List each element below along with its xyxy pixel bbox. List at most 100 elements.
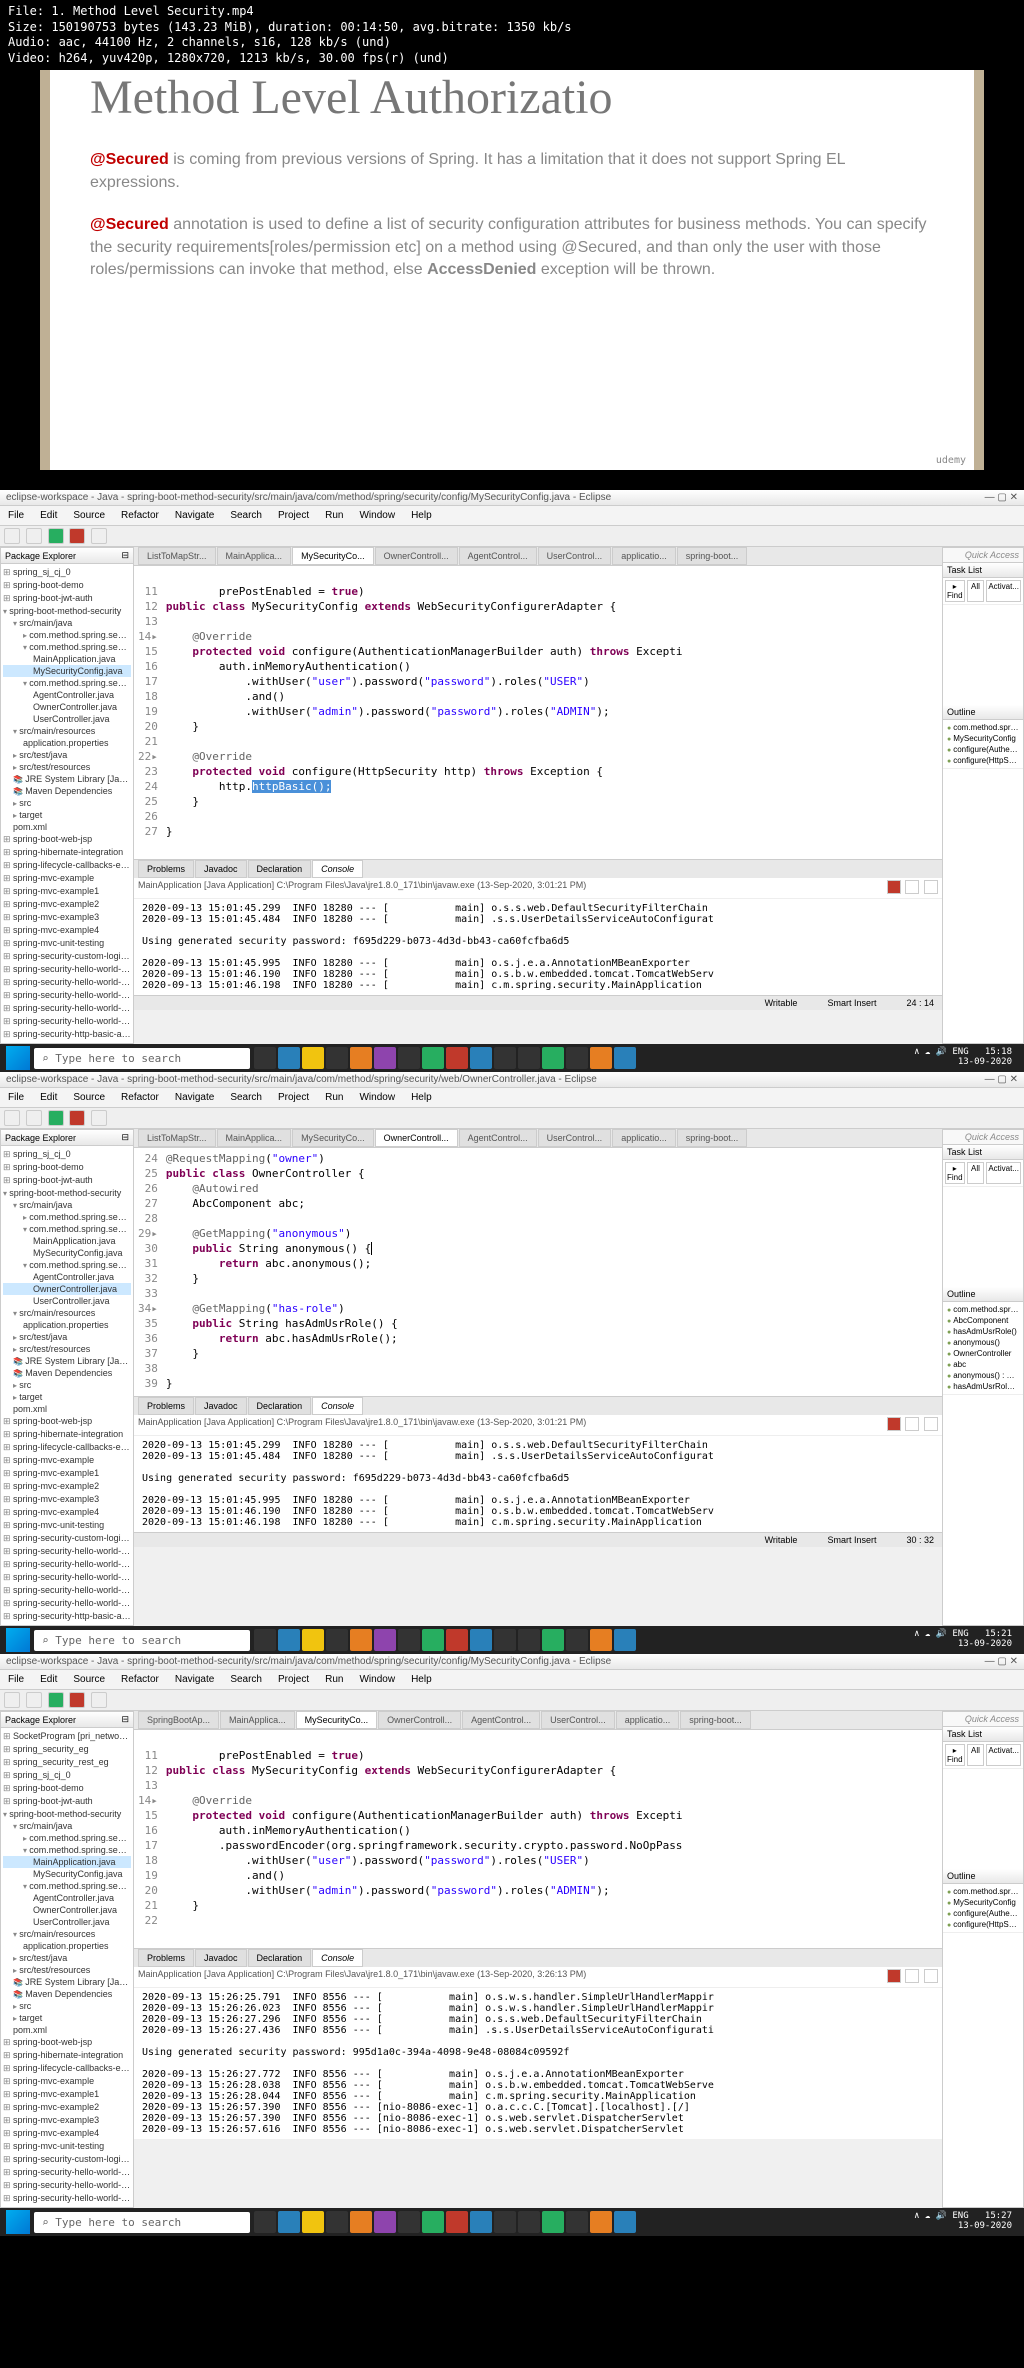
tree-node[interactable]: spring-boot-method-security — [3, 605, 131, 617]
tree-node[interactable]: src/test/java — [3, 1331, 131, 1343]
tree-node[interactable]: application.properties — [3, 1940, 131, 1952]
menu-source[interactable]: Source — [65, 508, 113, 523]
debug-icon[interactable] — [69, 1110, 85, 1126]
menu-file[interactable]: File — [0, 1672, 32, 1687]
menu-refactor[interactable]: Refactor — [113, 1090, 167, 1105]
pin-icon[interactable] — [924, 1969, 938, 1983]
tree-node[interactable]: spring_security_rest_eg — [3, 1756, 131, 1769]
editor-tab[interactable]: spring-boot... — [680, 1711, 751, 1729]
editor-tab[interactable]: SpringBootAp... — [138, 1711, 219, 1729]
app-icon[interactable] — [422, 1629, 444, 1651]
menu-source[interactable]: Source — [65, 1672, 113, 1687]
editor-tab[interactable]: MySecurityCo... — [296, 1711, 378, 1729]
editor-tab[interactable]: MainApplica... — [220, 1711, 295, 1729]
menu-project[interactable]: Project — [270, 1672, 317, 1687]
firefox-icon[interactable] — [350, 2211, 372, 2233]
problems-tab[interactable]: Problems — [138, 860, 194, 878]
search-input[interactable]: ⌕ Type here to search — [34, 2212, 250, 2233]
app-icon[interactable] — [590, 1629, 612, 1651]
outline-item[interactable]: com.method.spring.secur — [945, 722, 1021, 733]
quick-access[interactable]: Quick Access — [943, 548, 1023, 563]
tree-node[interactable]: src/test/resources — [3, 761, 131, 773]
tree-node[interactable]: src — [3, 797, 131, 809]
system-tray[interactable]: ∧ ☁ 🔊 ENG 15:2713-09-2020 — [908, 2210, 1018, 2234]
tree-node[interactable]: spring-mvc-example — [3, 1454, 131, 1467]
tree-node[interactable]: spring-security-hello-world-jdbc — [3, 1584, 131, 1597]
tree-node[interactable]: spring-boot-method-security — [3, 1808, 131, 1820]
tree-node[interactable]: spring-mvc-example2 — [3, 2101, 131, 2114]
tree-node[interactable]: Maven Dependencies — [3, 785, 131, 797]
outline-item[interactable]: anonymous() — [945, 1337, 1021, 1348]
tree-node[interactable]: spring_sj_cj_0 — [3, 1769, 131, 1782]
window-controls[interactable]: — ▢ ✕ — [985, 1074, 1018, 1085]
console-output[interactable]: 2020-09-13 15:26:25.791 INFO 8556 --- [ … — [134, 1988, 942, 2139]
app-icon[interactable] — [542, 2211, 564, 2233]
app-icon[interactable] — [470, 1629, 492, 1651]
tree-node[interactable]: src/main/java — [3, 617, 131, 629]
tree-node[interactable]: spring-security-custom-login-form-exampl… — [3, 950, 131, 963]
tree-node[interactable]: MySecurityConfig.java — [3, 1247, 131, 1259]
eclipse-icon[interactable] — [374, 2211, 396, 2233]
stop-icon[interactable] — [91, 1692, 107, 1708]
tree-node[interactable]: spring-security-hello-world-example — [3, 963, 131, 976]
tree-node[interactable]: target — [3, 809, 131, 821]
terminate-icon[interactable] — [887, 880, 901, 894]
app-icon[interactable] — [422, 1047, 444, 1069]
terminate-icon[interactable] — [887, 1417, 901, 1431]
app-icon[interactable] — [422, 2211, 444, 2233]
eclipse-icon[interactable] — [374, 1047, 396, 1069]
menu-help[interactable]: Help — [403, 1672, 440, 1687]
clear-icon[interactable] — [905, 1417, 919, 1431]
editor-tab[interactable]: applicatio... — [616, 1711, 680, 1729]
explorer-icon[interactable] — [302, 1629, 324, 1651]
problems-tab[interactable]: Declaration — [248, 860, 312, 878]
tree-node[interactable]: pom.xml — [3, 2024, 131, 2036]
tree-node[interactable]: spring-security-hello-world-example2 — [3, 1571, 131, 1584]
new-icon[interactable] — [4, 1692, 20, 1708]
tree-node[interactable]: spring-lifecycle-callbacks-example_25 — [3, 1441, 131, 1454]
tree-node[interactable]: UserController.java — [3, 1916, 131, 1928]
tree-node[interactable]: OwnerController.java — [3, 1283, 131, 1295]
menu-run[interactable]: Run — [317, 1672, 351, 1687]
tree-node[interactable]: com.method.spring.security — [3, 1211, 131, 1223]
run-icon[interactable] — [48, 1110, 64, 1126]
all-btn[interactable]: All — [967, 1162, 985, 1184]
tree-node[interactable]: MainApplication.java — [3, 1235, 131, 1247]
save-icon[interactable] — [26, 1110, 42, 1126]
tree-node[interactable]: spring_sj_cj_0 — [3, 1148, 131, 1161]
tree-node[interactable]: spring-hibernate-integration — [3, 846, 131, 859]
menu-navigate[interactable]: Navigate — [167, 1090, 222, 1105]
eclipse-icon[interactable] — [374, 1629, 396, 1651]
editor-tab[interactable]: UserControl... — [538, 1129, 612, 1147]
all-btn[interactable]: All — [967, 580, 985, 602]
tree-node[interactable]: spring-mvc-example1 — [3, 1467, 131, 1480]
app-icon[interactable] — [614, 1047, 636, 1069]
tree-node[interactable]: spring-mvc-unit-testing — [3, 937, 131, 950]
outline-item[interactable]: MySecurityConfig — [945, 733, 1021, 744]
app-icon[interactable] — [470, 2211, 492, 2233]
tree-node[interactable]: spring-mvc-example4 — [3, 2127, 131, 2140]
app-icon[interactable] — [590, 1047, 612, 1069]
tree-node[interactable]: spring-boot-jwt-auth — [3, 1174, 131, 1187]
search-input[interactable]: ⌕ Type here to search — [34, 1048, 250, 1069]
tree-node[interactable]: spring-mvc-example3 — [3, 911, 131, 924]
menu-project[interactable]: Project — [270, 1090, 317, 1105]
debug-icon[interactable] — [69, 528, 85, 544]
tree-node[interactable]: com.method.spring.security.config — [3, 1223, 131, 1235]
run-icon[interactable] — [48, 1692, 64, 1708]
menu-help[interactable]: Help — [403, 1090, 440, 1105]
tree-node[interactable]: spring-boot-web-jsp — [3, 2036, 131, 2049]
app-icon[interactable] — [326, 1047, 348, 1069]
tree-node[interactable]: com.method.spring.security.web — [3, 1259, 131, 1271]
tree-node[interactable]: spring-mvc-example4 — [3, 1506, 131, 1519]
editor-tab[interactable]: MySecurityCo... — [292, 1129, 374, 1147]
run-icon[interactable] — [48, 528, 64, 544]
editor-tab[interactable]: spring-boot... — [677, 1129, 748, 1147]
edge-icon[interactable] — [278, 1629, 300, 1651]
app-icon[interactable] — [614, 1629, 636, 1651]
app-icon[interactable] — [542, 1047, 564, 1069]
new-icon[interactable] — [4, 1110, 20, 1126]
app-icon[interactable] — [398, 1047, 420, 1069]
editor-tab[interactable]: UserControl... — [538, 547, 612, 565]
tree-node[interactable]: OwnerController.java — [3, 701, 131, 713]
